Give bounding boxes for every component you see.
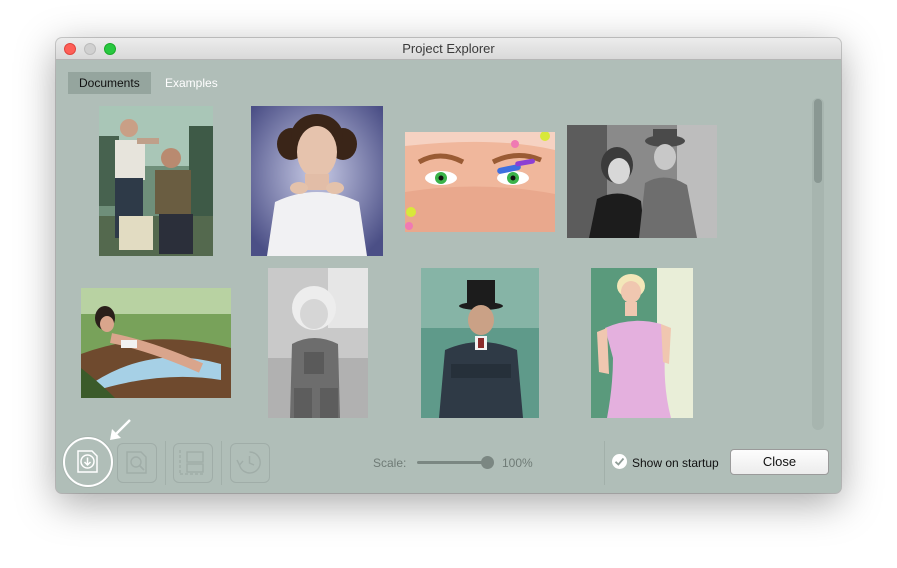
toolbar-separator xyxy=(165,441,166,485)
checkmark-icon xyxy=(614,457,625,466)
history-icon xyxy=(236,451,261,474)
photo-image xyxy=(99,106,213,256)
tab-examples[interactable]: Examples xyxy=(154,72,229,94)
show-on-startup-label[interactable]: Show on startup xyxy=(632,456,719,470)
scale-slider-track[interactable] xyxy=(417,461,488,464)
scrollbar-thumb[interactable] xyxy=(814,99,822,183)
arrow-pointer-icon xyxy=(110,419,131,440)
magnify-icon xyxy=(126,451,147,474)
title-bar: Project Explorer xyxy=(56,38,841,60)
photo-image xyxy=(251,106,383,256)
thumb-eyes-painted-nails[interactable] xyxy=(405,132,555,232)
toolbar-separator xyxy=(604,441,605,485)
photo-image xyxy=(421,268,539,418)
thumb-men-barber-outdoors[interactable] xyxy=(99,106,213,256)
thumb-woman-pink-dress[interactable] xyxy=(591,268,693,418)
project-explorer-window: Project Explorer Documents Examples Scal… xyxy=(56,38,841,493)
photo-image xyxy=(81,288,231,398)
photo-image xyxy=(567,125,717,238)
thumb-woman-hair-buns[interactable] xyxy=(251,106,383,256)
photo-image xyxy=(405,132,555,232)
close-button[interactable]: Close xyxy=(730,449,829,475)
tab-documents[interactable]: Documents xyxy=(68,72,151,94)
scale-label: Scale: xyxy=(373,456,407,470)
thumb-child-overalls[interactable] xyxy=(268,268,368,418)
scale-value: 100% xyxy=(502,456,533,470)
thumb-man-top-hat[interactable] xyxy=(421,268,539,418)
thumb-woman-in-boat[interactable] xyxy=(81,288,231,398)
window-title: Project Explorer xyxy=(402,41,495,56)
split-view-icon xyxy=(179,450,204,475)
magnify-button[interactable] xyxy=(117,443,157,483)
split-view-button[interactable] xyxy=(173,443,213,483)
photo-image xyxy=(268,268,368,418)
scale-slider-knob[interactable] xyxy=(481,456,494,469)
show-on-startup-checkbox[interactable] xyxy=(612,454,627,469)
history-button[interactable] xyxy=(230,443,270,483)
thumb-couple-black-white[interactable] xyxy=(567,125,717,238)
photo-image xyxy=(591,268,693,418)
toolbar-separator xyxy=(221,441,222,485)
